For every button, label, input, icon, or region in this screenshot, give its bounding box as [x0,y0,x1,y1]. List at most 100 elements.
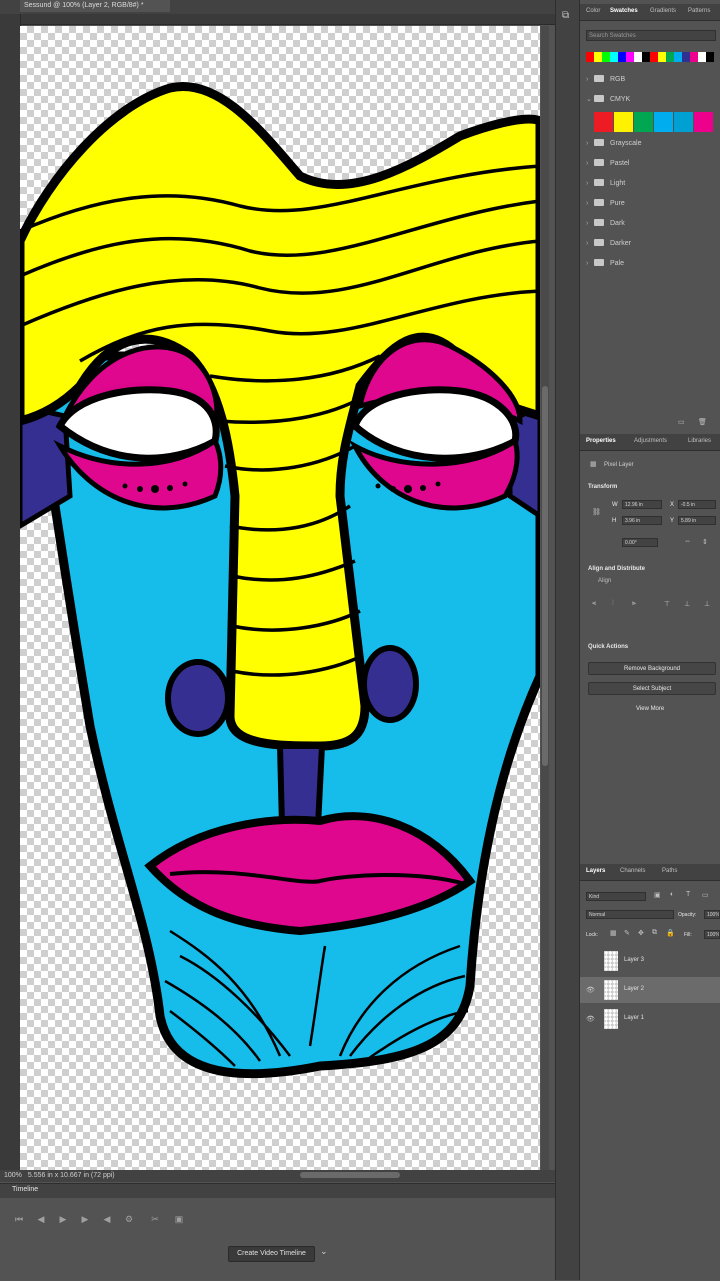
align-bottom-icon[interactable]: ⊥ [704,600,710,608]
align-top-icon[interactable]: ⊤ [664,600,670,608]
chevron-right-icon[interactable]: › [586,74,594,86]
align-left-icon[interactable]: ⫷ [592,600,596,608]
layer-name[interactable]: Layer 2 [624,986,644,992]
cmyk-swatch[interactable] [674,112,693,132]
swatch-group-pale[interactable]: › Pale [586,258,624,270]
tab-adjustments[interactable]: Adjustments [634,438,667,444]
visibility-eye-icon[interactable]: 👁 [586,986,595,994]
filter-shape-icon[interactable]: ▭ [702,891,709,899]
audio-icon[interactable]: ◀ [102,1214,112,1224]
history-icon[interactable]: ⧉ [562,10,569,21]
chevron-right-icon[interactable]: › [586,238,594,250]
swatch-group-pure[interactable]: › Pure [586,198,625,210]
transform-title[interactable]: Transform [588,484,617,490]
create-video-timeline-button[interactable]: Create Video Timeline [228,1246,315,1262]
recent-swatch[interactable] [690,52,698,62]
tab-color[interactable]: Color [586,8,600,14]
lock-artboard-icon[interactable]: ⧉ [652,929,657,937]
document-canvas[interactable] [20,26,540,1170]
filter-adjustment-icon[interactable]: ◐ [670,891,674,898]
view-more-link[interactable]: View More [636,706,664,712]
lock-image-icon[interactable]: ✎ [624,929,630,937]
flip-horizontal-icon[interactable]: ⇔ [684,538,691,545]
layer-row[interactable]: 👁 Layer 1 [580,1006,720,1032]
swatch-group-cmyk[interactable]: ⌄ CMYK [586,94,630,106]
layer-row[interactable]: Layer 3 [580,948,720,974]
chevron-down-icon[interactable]: ⌄ [320,1246,328,1257]
swatch-group-grayscale[interactable]: › Grayscale [586,138,642,150]
chevron-right-icon[interactable]: › [586,258,594,270]
angle-field[interactable]: 0.00° [622,538,658,547]
recent-swatch[interactable] [682,52,690,62]
tab-gradients[interactable]: Gradients [650,8,676,14]
tab-layers[interactable]: Layers [586,868,605,874]
blend-mode-select[interactable]: Normal [586,910,674,919]
play-icon[interactable]: ▶ [58,1214,68,1224]
split-icon[interactable]: ✂ [150,1214,160,1224]
zoom-level[interactable]: 100% [4,1172,22,1179]
delete-icon[interactable]: 🗑 [698,418,707,426]
swatch-group-light[interactable]: › Light [586,178,625,190]
recent-swatch[interactable] [634,52,642,62]
chevron-right-icon[interactable]: › [586,158,594,170]
tab-channels[interactable]: Channels [620,868,645,874]
tab-libraries[interactable]: Libraries [688,438,711,444]
layer-name[interactable]: Layer 1 [624,1015,644,1021]
layer-row[interactable]: 👁 Layer 2 [580,977,720,1003]
layer-thumbnail[interactable] [604,980,618,1000]
width-field[interactable]: 12.96 in [622,500,662,509]
layer-thumbnail[interactable] [604,1009,618,1029]
document-tab[interactable]: Sessund @ 100% (Layer 2, RGB/8#) * [20,0,170,12]
recent-swatch[interactable] [674,52,682,62]
previous-frame-icon[interactable]: ◀ [36,1214,46,1224]
align-distribute-title[interactable]: Align and Distribute [588,566,645,572]
tab-paths[interactable]: Paths [662,868,677,874]
align-middle-icon[interactable]: ⊥ [684,600,690,608]
recent-swatch[interactable] [658,52,666,62]
next-frame-icon[interactable]: ▶ [80,1214,90,1224]
recent-swatch[interactable] [618,52,626,62]
recent-swatch[interactable] [706,52,714,62]
tab-patterns[interactable]: Patterns [688,8,710,14]
layer-name[interactable]: Layer 3 [624,957,644,963]
recent-swatch[interactable] [610,52,618,62]
lock-position-icon[interactable]: ✥ [638,929,644,937]
select-subject-button[interactable]: Select Subject [588,682,716,695]
y-field[interactable]: 5.89 in [678,516,716,525]
swatch-group-darker[interactable]: › Darker [586,238,631,250]
layer-thumbnail[interactable] [604,951,618,971]
filter-kind-select[interactable]: Kind [586,892,646,901]
chevron-down-icon[interactable]: ⌄ [586,94,594,106]
recent-swatch[interactable] [594,52,602,62]
horizontal-scrollbar-thumb[interactable] [300,1172,400,1178]
lock-transparent-icon[interactable]: ▦ [610,929,617,937]
vertical-ruler[interactable] [0,14,21,1174]
document-info[interactable]: 5.556 in x 10.667 in (72 ppi) [28,1172,115,1179]
visibility-eye-icon[interactable]: 👁 [586,1015,595,1023]
swatch-group-dark[interactable]: › Dark [586,218,625,230]
tab-swatches[interactable]: Swatches [610,8,638,14]
recent-swatch[interactable] [602,52,610,62]
horizontal-ruler[interactable] [20,14,555,25]
cmyk-swatch[interactable] [694,112,713,132]
tab-properties[interactable]: Properties [586,438,616,444]
recent-swatch[interactable] [642,52,650,62]
remove-background-button[interactable]: Remove Background [588,662,716,675]
new-group-icon[interactable]: ▭ [678,418,685,426]
scrollbar-thumb[interactable] [542,386,548,766]
chevron-right-icon[interactable]: › [586,198,594,210]
recent-swatch[interactable] [666,52,674,62]
link-icon[interactable]: ⛓ [592,508,601,516]
vertical-scrollbar[interactable] [541,26,549,1170]
filter-pixel-icon[interactable]: ▣ [654,891,661,899]
swatch-group-pastel[interactable]: › Pastel [586,158,629,170]
chevron-right-icon[interactable]: › [586,178,594,190]
quick-actions-title[interactable]: Quick Actions [588,644,628,650]
recent-swatch[interactable] [698,52,706,62]
filter-type-icon[interactable]: T [686,891,690,898]
swatch-group-rgb[interactable]: › RGB [586,74,625,86]
recent-swatch[interactable] [586,52,594,62]
recent-swatch[interactable] [650,52,658,62]
recent-swatch[interactable] [626,52,634,62]
settings-icon[interactable]: ⚙ [124,1214,134,1224]
